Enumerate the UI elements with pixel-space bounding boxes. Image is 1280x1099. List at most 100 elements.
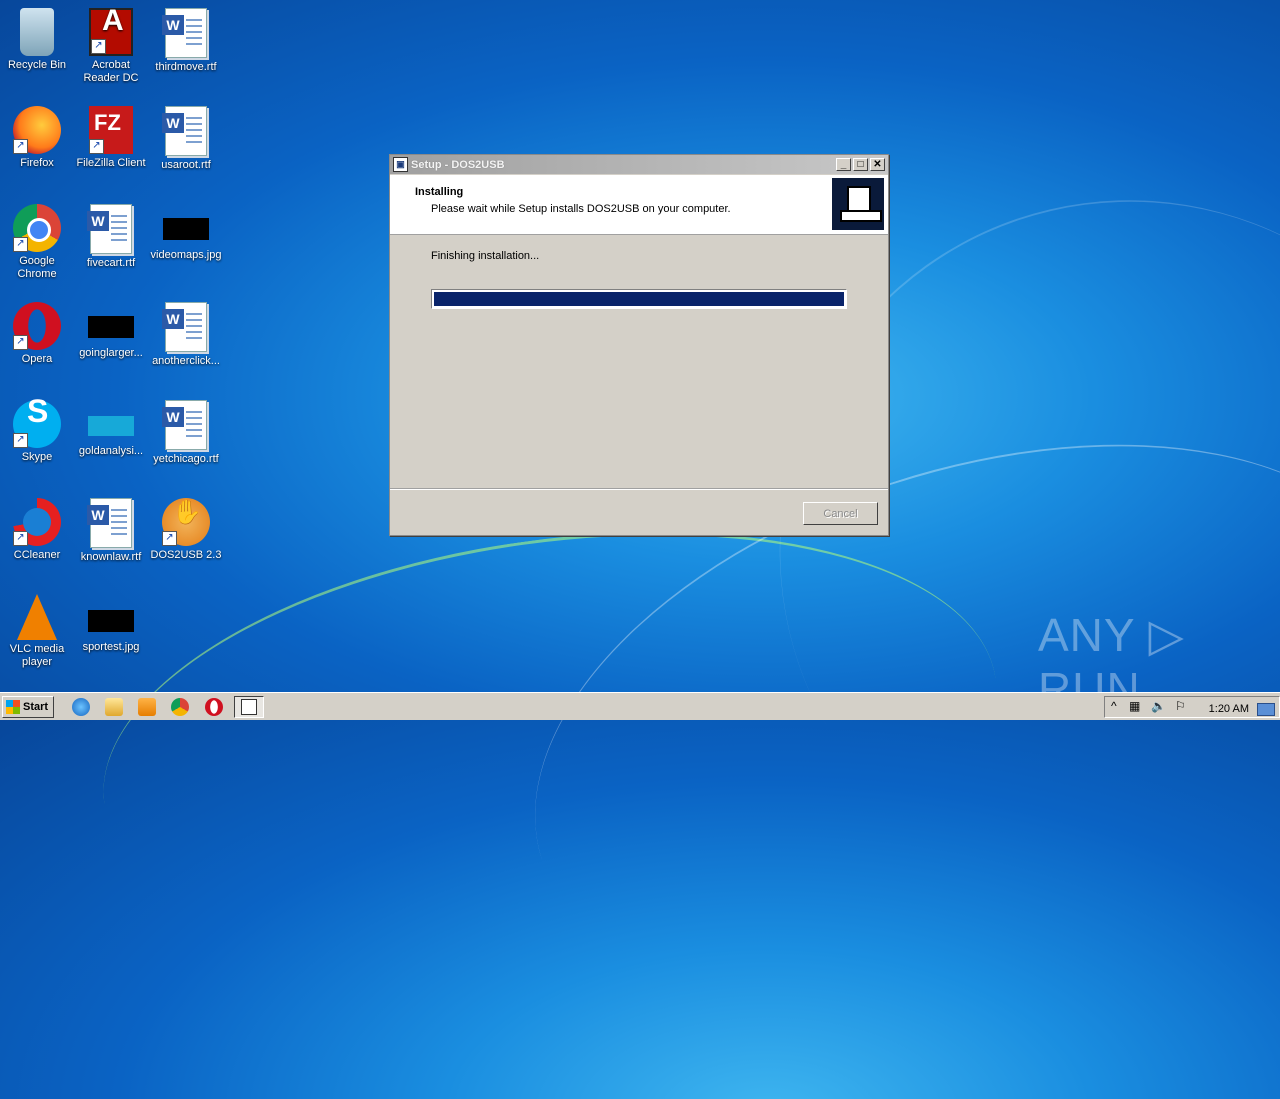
desktop-icon-thirdmove[interactable]: thirdmove.rtf [149,2,223,74]
desktop-icon-label: Acrobat Reader DC [83,59,139,84]
setup-app-icon [241,699,257,715]
word-document-icon [87,204,132,254]
dialog-title: Setup - DOS2USB [411,158,505,171]
installer-computer-icon [832,178,884,230]
desktop-icon-label: Recycle Bin [7,59,67,71]
dialog-titlebar[interactable]: ▣ Setup - DOS2USB _ □ ✕ [390,155,888,174]
chrome-icon: ↗ [13,204,61,252]
volume-icon[interactable]: 🔈 [1151,699,1166,713]
word-document-icon [162,400,207,450]
desktop-icon-goldanalysi[interactable]: goldanalysi... [74,394,148,458]
shortcut-arrow-icon: ↗ [162,531,177,546]
taskbar: Start ^ ▦ 🔈 ⚐ 1:20 AM [0,692,1280,720]
desktop-icon-label: thirdmove.rtf [155,61,217,73]
install-status-text: Finishing installation... [431,250,540,262]
shortcut-arrow-icon: ↗ [13,139,28,154]
cancel-button[interactable]: Cancel [803,502,878,525]
file-explorer-icon[interactable] [105,698,123,716]
filezilla-icon: ↗ [89,106,133,154]
wizard-page-title: Installing [415,186,464,198]
desktop-icon-yetchicago[interactable]: yetchicago.rtf [149,394,223,466]
recycle-bin-icon [20,8,54,56]
start-button[interactable]: Start [2,696,54,718]
desktop-icon-knownlaw[interactable]: knownlaw.rtf [74,492,148,564]
word-document-icon [162,302,207,352]
media-player-icon[interactable] [138,698,156,716]
progress-fill [434,292,844,306]
desktop-icon-label: VLC media player [9,643,65,668]
desktop-icon-usaroot[interactable]: usaroot.rtf [149,100,223,172]
desktop-icon-label: knownlaw.rtf [80,551,142,563]
word-document-icon [162,106,207,156]
ccleaner-icon: ↗ [13,498,61,546]
desktop-icon-label: Skype [21,451,53,463]
minimize-button[interactable]: _ [836,158,851,171]
install-progress-bar [431,289,847,309]
desktop-icon-anotherclick[interactable]: anotherclick... [149,296,223,368]
desktop-icon-fivecart[interactable]: fivecart.rtf [74,198,148,270]
desktop-icon-acrobat[interactable]: ↗ Acrobat Reader DC [74,2,148,85]
taskbar-setup-button[interactable] [234,696,264,718]
chrome-taskbar-icon[interactable] [171,698,189,716]
opera-icon: ↗ [13,302,61,350]
desktop-icon-vlc[interactable]: VLC media player [0,590,74,669]
firefox-icon: ↗ [13,106,61,154]
system-tray: ^ ▦ 🔈 ⚐ 1:20 AM [1104,696,1280,718]
desktop-icon-label: fivecart.rtf [86,257,136,269]
desktop-icon-label: usaroot.rtf [161,159,211,171]
maximize-button[interactable]: □ [853,158,868,171]
skype-icon: ↗ [13,400,61,448]
desktop-icon-filezilla[interactable]: ↗ FileZilla Client [74,100,148,170]
acrobat-icon: ↗ [89,8,133,56]
tray-overflow-icon[interactable]: ^ [1111,699,1117,713]
shortcut-arrow-icon: ↗ [13,433,28,448]
desktop-icon-videomaps[interactable]: videomaps.jpg [149,198,223,262]
desktop-icon-label: sportest.jpg [82,641,140,653]
desktop-icon-label: yetchicago.rtf [153,453,219,465]
clock[interactable]: 1:20 AM [1209,703,1249,715]
wizard-header: Installing Please wait while Setup insta… [390,175,888,235]
shortcut-arrow-icon: ↗ [13,237,28,252]
desktop-icon-label: videomaps.jpg [150,249,222,261]
footer-divider [390,488,888,490]
desktop-icon-label: Opera [21,353,53,365]
desktop-icon-firefox[interactable]: ↗ Firefox [0,100,74,170]
wizard-page-subtitle: Please wait while Setup installs DOS2USB… [431,203,731,215]
desktop-icon-label: DOS2USB 2.3 [150,549,222,561]
desktop-icon-label: goinglarger... [79,347,143,359]
desktop-icon-label: CCleaner [13,549,61,561]
desktop-icon-opera[interactable]: ↗ Opera [0,296,74,366]
desktop-icon-sportest[interactable]: sportest.jpg [74,590,148,654]
desktop-icon-label: FileZilla Client [76,157,146,169]
image-thumbnail-icon [163,218,209,240]
close-button[interactable]: ✕ [870,158,885,171]
dos2usb-handshake-icon: ↗ [162,498,210,546]
setup-dialog: ▣ Setup - DOS2USB _ □ ✕ Installing Pleas… [389,154,889,536]
image-thumbnail-icon [88,416,134,436]
vlc-cone-icon [17,594,57,640]
image-thumbnail-icon [88,316,134,338]
desktop-icon-ccleaner[interactable]: ↗ CCleaner [0,492,74,562]
desktop-icon-chrome[interactable]: ↗ Google Chrome [0,198,74,281]
desktop-icon-recycle-bin[interactable]: Recycle Bin [0,2,74,72]
shortcut-arrow-icon: ↗ [89,139,104,154]
windows-logo-icon [6,700,20,714]
show-desktop-icon[interactable] [1257,703,1275,716]
desktop-icon-dos2usb[interactable]: ↗ DOS2USB 2.3 [149,492,223,562]
network-icon[interactable]: ▦ [1129,699,1140,713]
shortcut-arrow-icon: ↗ [13,335,28,350]
image-thumbnail-icon [88,610,134,632]
desktop-icon-label: anotherclick... [152,355,220,367]
opera-taskbar-icon[interactable] [205,698,223,716]
start-label: Start [23,701,49,713]
word-document-icon [162,8,207,58]
desktop-icon-goinglarger[interactable]: goinglarger... [74,296,148,360]
internet-explorer-icon[interactable] [72,698,90,716]
desktop-icon-label: goldanalysi... [78,445,144,457]
desktop-icon-label: Google Chrome [17,255,57,280]
desktop-icon-label: Firefox [20,157,54,169]
word-document-icon [87,498,132,548]
shortcut-arrow-icon: ↗ [91,39,106,54]
desktop-icon-skype[interactable]: ↗ Skype [0,394,74,464]
action-center-flag-icon[interactable]: ⚐ [1175,699,1186,713]
